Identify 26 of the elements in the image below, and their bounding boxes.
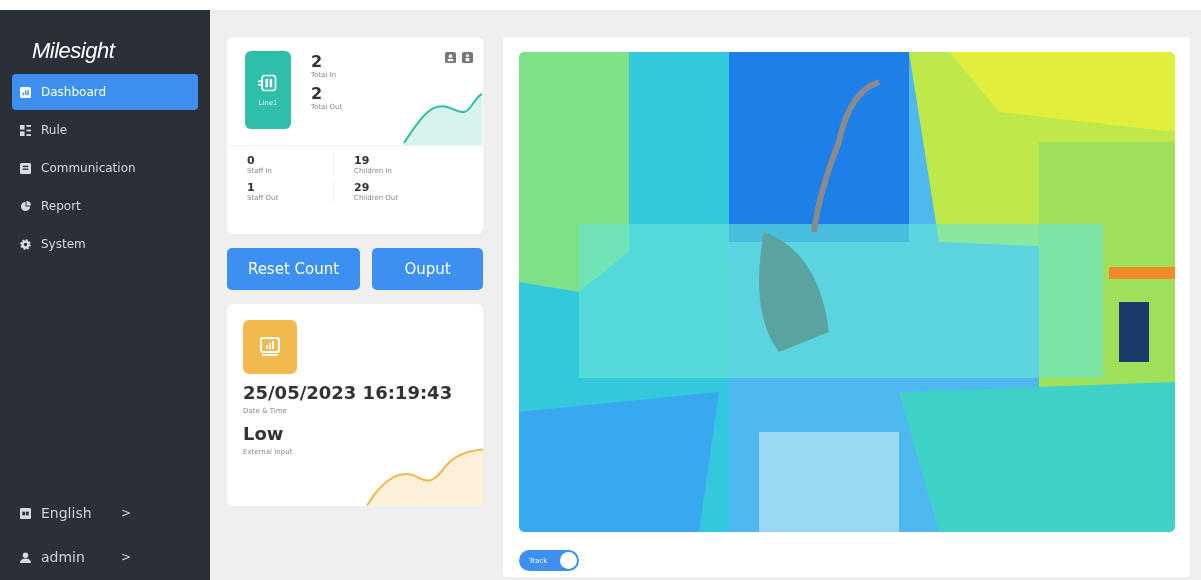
date-time-value: 25/05/2023 16:19:43 bbox=[243, 382, 454, 403]
monitor-chart-icon bbox=[243, 320, 297, 374]
stat-value: 1 bbox=[247, 181, 256, 194]
chart-icon bbox=[20, 86, 31, 98]
person-icon[interactable] bbox=[445, 52, 456, 63]
stat-value: 19 bbox=[354, 154, 371, 167]
total-value: 2 bbox=[311, 85, 324, 103]
sidebar-item[interactable]: Communication bbox=[12, 150, 198, 186]
user-icon bbox=[20, 551, 31, 563]
language-menu[interactable]: English > bbox=[12, 498, 198, 528]
people-icon bbox=[258, 73, 278, 93]
user-menu[interactable]: admin > bbox=[12, 542, 198, 572]
stat-value: 29 bbox=[354, 181, 371, 194]
sidebar-item[interactable]: System bbox=[12, 226, 198, 262]
child-icon[interactable] bbox=[462, 52, 473, 63]
external-input-value: Low bbox=[243, 423, 285, 444]
sidebar-item[interactable]: Report bbox=[12, 188, 198, 224]
stat-value: 0 bbox=[247, 154, 256, 167]
sidebar-item[interactable]: Rule bbox=[12, 112, 198, 148]
settings-icon bbox=[20, 238, 31, 250]
language-icon bbox=[20, 507, 31, 519]
list-icon bbox=[20, 124, 31, 136]
pie-chart-icon bbox=[20, 200, 31, 212]
window-icon bbox=[20, 162, 31, 174]
logo: Milesight bbox=[31, 37, 117, 65]
total-value: 2 bbox=[311, 53, 324, 71]
